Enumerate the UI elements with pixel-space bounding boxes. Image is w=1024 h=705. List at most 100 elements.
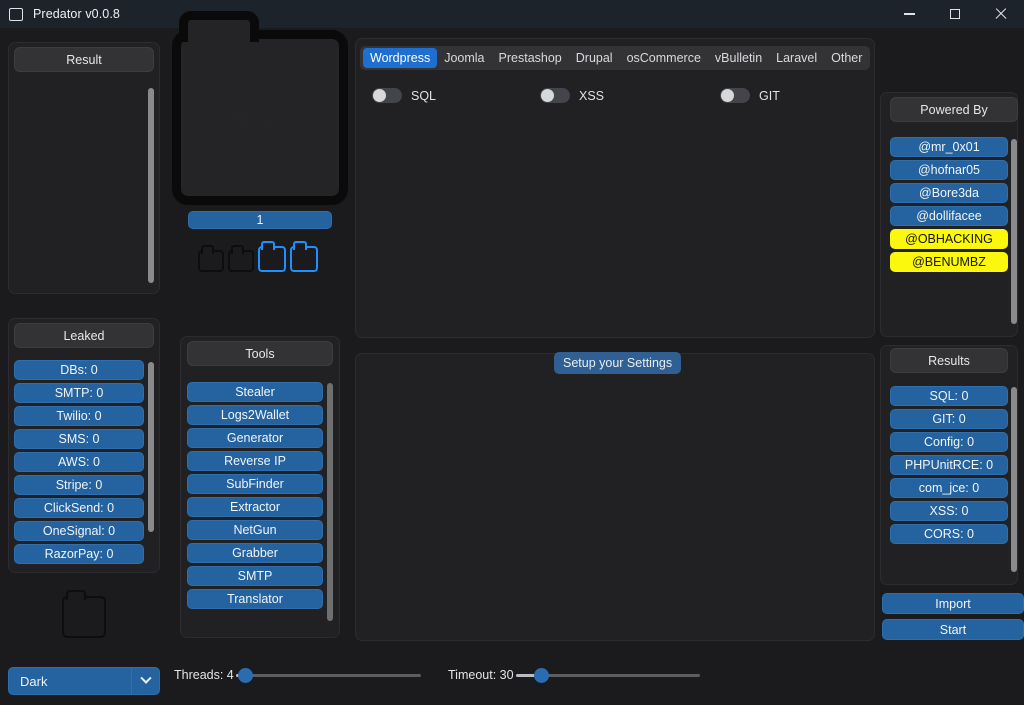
tool-item-2[interactable]: Logs2Wallet <box>187 405 323 425</box>
tool-item-5[interactable]: SubFinder <box>187 474 323 494</box>
leaked-list: DBs: 0 SMTP: 0 Twilio: 0 SMS: 0 AWS: 0 Stripe… <box>14 360 154 568</box>
toggle-group-git: GIT <box>720 88 780 103</box>
main-top-panel <box>355 38 875 338</box>
results-item-5[interactable]: com_jce: 0 <box>890 478 1008 498</box>
powered-by-item-3[interactable]: @Bore3da <box>890 183 1008 203</box>
tab-other[interactable]: Other <box>824 48 869 68</box>
tab-laravel[interactable]: Laravel <box>769 48 824 68</box>
tool-item-7[interactable]: NetGun <box>187 520 323 540</box>
leaked-item-6[interactable]: Stripe: 0 <box>14 475 144 495</box>
timeout-slider-knob[interactable] <box>534 668 549 683</box>
powered-by-item-6[interactable]: @BENUMBZ <box>890 252 1008 272</box>
leaked-item-4[interactable]: SMS: 0 <box>14 429 144 449</box>
thumb-3-folder-icon[interactable] <box>258 246 286 272</box>
minimize-icon <box>904 13 915 14</box>
maximize-button[interactable] <box>932 0 978 28</box>
tab-wordpress[interactable]: Wordpress <box>363 48 437 68</box>
results-item-3[interactable]: Config: 0 <box>890 432 1008 452</box>
toggle-label-git: GIT <box>759 89 780 103</box>
close-button[interactable] <box>978 0 1024 28</box>
thumbnail-row <box>198 240 324 272</box>
results-item-7[interactable]: CORS: 0 <box>890 524 1008 544</box>
tool-item-9[interactable]: SMTP <box>187 566 323 586</box>
threads-slider-track[interactable] <box>236 674 421 677</box>
powered-by-item-5[interactable]: @OBHACKING <box>890 229 1008 249</box>
results-panel-header: Results <box>890 348 1008 373</box>
thumb-4-folder-icon[interactable] <box>290 246 318 272</box>
leaked-item-7[interactable]: ClickSend: 0 <box>14 498 144 518</box>
tab-prestashop[interactable]: Prestashop <box>492 48 569 68</box>
tools-scrollbar[interactable] <box>327 383 333 621</box>
thumb-2-folder-icon[interactable] <box>228 250 254 272</box>
result-panel-header: Result <box>14 47 154 72</box>
results-item-6[interactable]: XSS: 0 <box>890 501 1008 521</box>
title-bar: Predator v0.0.8 <box>0 0 1024 28</box>
leaked-item-1[interactable]: DBs: 0 <box>14 360 144 380</box>
window-title: Predator v0.0.8 <box>33 7 120 21</box>
threads-slider[interactable]: Threads: 4 <box>174 665 422 685</box>
tools-panel-header: Tools <box>187 341 333 366</box>
threads-slider-knob[interactable] <box>238 668 253 683</box>
leaked-items: DBs: 0 SMTP: 0 Twilio: 0 SMS: 0 AWS: 0 Stripe… <box>14 360 154 564</box>
timeout-slider-track[interactable] <box>516 674 700 677</box>
toggle-label-xss: XSS <box>579 89 604 103</box>
toggle-knob <box>721 89 734 102</box>
start-button[interactable]: Start <box>882 619 1024 640</box>
maximize-icon <box>950 9 960 19</box>
settings-legend-badge[interactable]: Setup your Settings <box>554 352 681 374</box>
leaked-item-9[interactable]: RazorPay: 0 <box>14 544 144 564</box>
tool-item-6[interactable]: Extractor <box>187 497 323 517</box>
tool-item-8[interactable]: Grabber <box>187 543 323 563</box>
leaked-item-5[interactable]: AWS: 0 <box>14 452 144 472</box>
tab-vbulletin[interactable]: vBulletin <box>708 48 769 68</box>
tab-drupal[interactable]: Drupal <box>569 48 620 68</box>
powered-by-scrollbar[interactable] <box>1011 139 1017 324</box>
powered-by-items: @mr_0x01 @hofnar05 @Bore3da @dollifacee @OBH… <box>890 137 1018 272</box>
result-panel <box>8 42 160 294</box>
settings-panel <box>355 353 875 641</box>
toggle-switch-sql[interactable] <box>372 88 402 103</box>
tab-oscommerce[interactable]: osCommerce <box>620 48 708 68</box>
thumb-1-folder-icon[interactable] <box>198 250 224 272</box>
toggle-switch-git[interactable] <box>720 88 750 103</box>
vulnerability-toggle-row: SQL XSS GIT <box>372 88 862 110</box>
toggle-switch-xss[interactable] <box>540 88 570 103</box>
tools-list: Stealer Logs2Wallet Generator Reverse IP Sub… <box>187 382 333 625</box>
page-indicator-button[interactable]: 1 <box>188 211 332 229</box>
toggle-group-xss: XSS <box>540 88 604 103</box>
leaked-item-2[interactable]: SMTP: 0 <box>14 383 144 403</box>
tools-items: Stealer Logs2Wallet Generator Reverse IP Sub… <box>187 382 333 609</box>
results-item-1[interactable]: SQL: 0 <box>890 386 1008 406</box>
leaked-panel-header: Leaked <box>14 323 154 348</box>
results-item-4[interactable]: PHPUnitRCE: 0 <box>890 455 1008 475</box>
powered-by-item-1[interactable]: @mr_0x01 <box>890 137 1008 157</box>
tab-joomla[interactable]: Joomla <box>437 48 491 68</box>
toggle-label-sql: SQL <box>411 89 436 103</box>
timeout-slider[interactable]: Timeout: 30 <box>448 665 700 685</box>
result-scrollbar[interactable] <box>148 88 154 283</box>
timeout-slider-label: Timeout: 30 <box>448 668 514 682</box>
app-window: Predator v0.0.8 Result Leaked DBs: 0 SMTP… <box>0 0 1024 705</box>
leaked-folder-icon[interactable] <box>62 596 106 638</box>
powered-by-list: @mr_0x01 @hofnar05 @Bore3da @dollifacee @OBH… <box>890 137 1018 327</box>
theme-select[interactable]: Dark <box>8 667 160 695</box>
powered-by-item-4[interactable]: @dollifacee <box>890 206 1008 226</box>
powered-by-header: Powered By <box>890 97 1018 122</box>
preview-placeholder-text: Slider <box>181 109 339 133</box>
tool-item-1[interactable]: Stealer <box>187 382 323 402</box>
chevron-down-icon[interactable] <box>131 668 159 694</box>
leaked-item-8[interactable]: OneSignal: 0 <box>14 521 144 541</box>
results-scrollbar[interactable] <box>1011 387 1017 572</box>
toggle-knob <box>541 89 554 102</box>
preview-folder-icon[interactable]: Slider <box>172 30 348 205</box>
leaked-scrollbar[interactable] <box>148 362 154 532</box>
tool-item-4[interactable]: Reverse IP <box>187 451 323 471</box>
minimize-button[interactable] <box>886 0 932 28</box>
results-item-2[interactable]: GIT: 0 <box>890 409 1008 429</box>
window-controls <box>886 0 1024 28</box>
powered-by-item-2[interactable]: @hofnar05 <box>890 160 1008 180</box>
tool-item-10[interactable]: Translator <box>187 589 323 609</box>
tool-item-3[interactable]: Generator <box>187 428 323 448</box>
leaked-item-3[interactable]: Twilio: 0 <box>14 406 144 426</box>
import-button[interactable]: Import <box>882 593 1024 614</box>
